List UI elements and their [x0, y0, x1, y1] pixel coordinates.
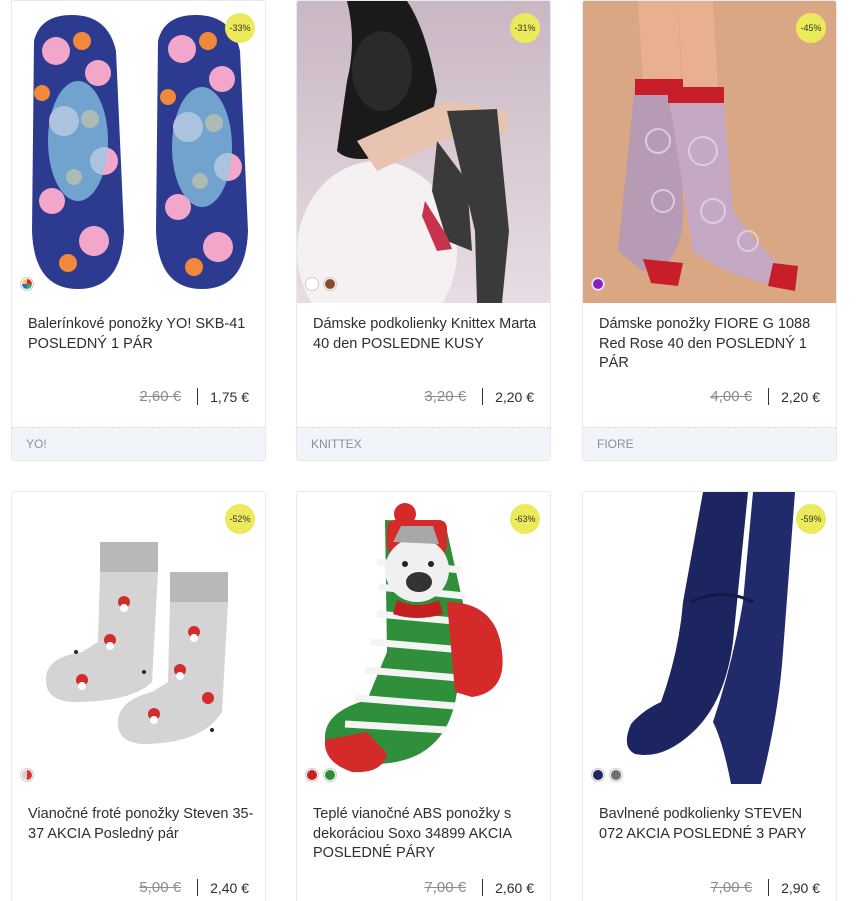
current-price: 2,40 € — [210, 879, 249, 896]
price-row: 4,00 € 2,20 € — [710, 388, 820, 405]
product-image[interactable]: -45% — [583, 1, 836, 303]
discount-badge: -33% — [225, 13, 255, 43]
old-price: 3,20 € — [424, 388, 467, 405]
product-card[interactable]: -59% Bavlnené podkolienky STEVEN 072 AKC… — [582, 491, 837, 901]
price-separator — [768, 879, 770, 896]
brand-label[interactable]: FIORE — [583, 427, 836, 460]
color-swatch[interactable] — [20, 768, 34, 782]
product-title[interactable]: Dámske podkolienky Knittex Marta 40 den … — [313, 315, 541, 354]
color-swatch[interactable] — [591, 768, 605, 782]
product-card[interactable]: -33% Balerínkové ponožky YO! SKB-41 POSL… — [11, 0, 266, 461]
product-title[interactable]: Dámske ponožky FIORE G 1088 Red Rose 40 … — [599, 315, 827, 374]
price-row: 3,20 € 2,20 € — [424, 388, 534, 405]
price-separator — [482, 388, 484, 405]
price-row: 7,00 € 2,90 € — [710, 879, 820, 896]
color-swatches — [591, 277, 605, 291]
christmas-santa-socks-image — [12, 492, 265, 794]
product-image[interactable]: -33% — [12, 1, 265, 303]
color-swatch[interactable] — [20, 277, 34, 291]
current-price: 1,75 € — [210, 388, 249, 405]
price-separator — [197, 879, 199, 896]
product-image[interactable]: -63% — [297, 492, 550, 794]
old-price: 4,00 € — [710, 388, 753, 405]
color-swatches — [305, 277, 337, 291]
striped-bear-socks-image — [297, 492, 550, 794]
navy-knee-socks-image — [583, 492, 836, 794]
color-swatch[interactable] — [323, 768, 337, 782]
color-swatch[interactable] — [609, 768, 623, 782]
color-swatch[interactable] — [323, 277, 337, 291]
discount-badge: -45% — [796, 13, 826, 43]
product-card[interactable]: -31% Dámske podkolienky Knittex Marta 40… — [296, 0, 551, 461]
old-price: 7,00 € — [424, 879, 467, 896]
product-image[interactable]: -59% — [583, 492, 836, 794]
product-card[interactable]: -45% Dámske ponožky FIORE G 1088 Red Ros… — [582, 0, 837, 461]
product-card[interactable]: -52% Vianočné froté ponožky Steven 35-37… — [11, 491, 266, 901]
old-price: 5,00 € — [139, 879, 182, 896]
price-separator — [197, 388, 199, 405]
product-title[interactable]: Vianočné froté ponožky Steven 35-37 AKCI… — [28, 805, 256, 844]
price-row: 5,00 € 2,40 € — [139, 879, 249, 896]
product-title[interactable]: Teplé vianočné ABS ponožky s dekoráciou … — [313, 805, 541, 864]
color-swatch[interactable] — [305, 277, 319, 291]
color-swatch[interactable] — [305, 768, 319, 782]
color-swatches — [591, 768, 623, 782]
product-image[interactable]: -31% — [297, 1, 550, 303]
old-price: 2,60 € — [139, 388, 182, 405]
brand-label[interactable]: YO! — [12, 427, 265, 460]
price-separator — [482, 879, 484, 896]
color-swatches — [305, 768, 337, 782]
price-row: 7,00 € 2,60 € — [424, 879, 534, 896]
color-swatches — [20, 277, 34, 291]
price-separator — [768, 388, 770, 405]
old-price: 7,00 € — [710, 879, 753, 896]
brand-label[interactable]: KNITTEX — [297, 427, 550, 460]
woman-black-knee-highs-image — [297, 1, 550, 303]
price-row: 2,60 € 1,75 € — [139, 388, 249, 405]
product-card[interactable]: -63% Teplé vianočné ABS ponožky s dekorá… — [296, 491, 551, 901]
discount-badge: -52% — [225, 504, 255, 534]
current-price: 2,20 € — [781, 388, 820, 405]
discount-badge: -59% — [796, 504, 826, 534]
current-price: 2,60 € — [495, 879, 534, 896]
color-swatch[interactable] — [591, 277, 605, 291]
rose-pattern-socks-image — [583, 1, 836, 303]
product-title[interactable]: Bavlnené podkolienky STEVEN 072 AKCIA PO… — [599, 805, 827, 844]
product-image[interactable]: -52% — [12, 492, 265, 794]
discount-badge: -63% — [510, 504, 540, 534]
discount-badge: -31% — [510, 13, 540, 43]
color-swatches — [20, 768, 34, 782]
current-price: 2,90 € — [781, 879, 820, 896]
floral-ballerina-socks-image — [12, 1, 265, 303]
current-price: 2,20 € — [495, 388, 534, 405]
product-title[interactable]: Balerínkové ponožky YO! SKB-41 POSLEDNÝ … — [28, 315, 256, 354]
